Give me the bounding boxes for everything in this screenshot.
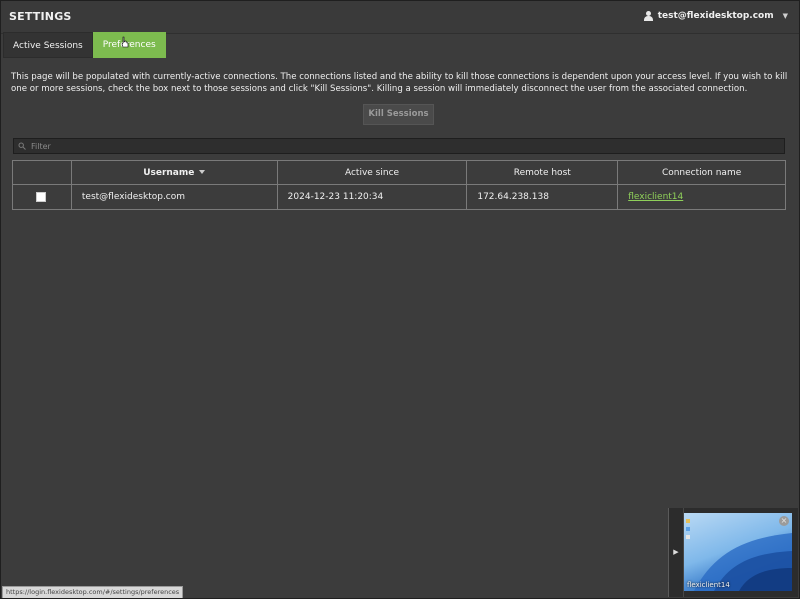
column-header-connection-name[interactable]: Connection name <box>617 160 786 185</box>
column-header-username-label: Username <box>143 167 195 178</box>
connection-link[interactable]: flexiclient14 <box>628 192 683 202</box>
chevron-right-icon[interactable]: ▶ <box>669 508 684 597</box>
status-bar-url: https://login.flexidesktop.com/#/setting… <box>2 586 184 599</box>
search-icon <box>18 142 26 150</box>
user-menu[interactable]: test@flexidesktop.com ▼ <box>643 11 788 21</box>
cell-username: test@flexidesktop.com <box>70 184 278 210</box>
row-select-checkbox[interactable] <box>36 191 47 202</box>
desktop-wallpaper-image <box>686 519 792 591</box>
filter-input[interactable] <box>14 139 784 153</box>
app-header: SETTINGS test@flexidesktop.com ▼ <box>0 0 800 34</box>
column-header-username[interactable]: Username <box>70 160 278 185</box>
column-header-active-since[interactable]: Active since <box>276 160 468 185</box>
page-title: SETTINGS <box>9 10 72 23</box>
cell-connection-name: flexiclient14 <box>617 184 786 210</box>
settings-tabs: Active Sessions Preferences <box>3 32 166 58</box>
user-icon <box>643 11 653 21</box>
column-header-remote-host[interactable]: Remote host <box>466 160 619 185</box>
cell-remote-host: 172.64.238.138 <box>466 184 619 210</box>
cell-active-since: 2024-12-23 11:20:34 <box>276 184 468 210</box>
user-menu-label: test@flexidesktop.com <box>657 11 774 21</box>
tab-preferences-label: Preferences <box>102 40 156 50</box>
thumbnail-label: flexiclient14 <box>687 581 730 589</box>
hand-cursor-icon <box>121 36 129 48</box>
connection-thumbnail[interactable]: × flexiclient14 <box>684 513 792 591</box>
column-header-select <box>12 160 72 185</box>
connection-thumbnail-panel: ▶ × flexiclient14 <box>668 508 798 597</box>
sort-desc-icon <box>199 170 206 174</box>
chevron-down-icon: ▼ <box>782 12 788 20</box>
sessions-table: Username Active since Remote host Connec… <box>12 160 786 210</box>
tab-active-sessions[interactable]: Active Sessions <box>3 32 93 58</box>
table-row: test@flexidesktop.com 2024-12-23 11:20:3… <box>12 184 786 210</box>
sessions-description: This page will be populated with current… <box>11 72 788 94</box>
kill-sessions-button[interactable]: Kill Sessions <box>363 104 434 125</box>
tab-preferences[interactable]: Preferences <box>92 32 166 58</box>
filter-box[interactable] <box>13 138 785 154</box>
row-select-cell <box>12 184 72 210</box>
close-icon[interactable]: × <box>779 516 789 526</box>
table-header-row: Username Active since Remote host Connec… <box>12 160 786 185</box>
